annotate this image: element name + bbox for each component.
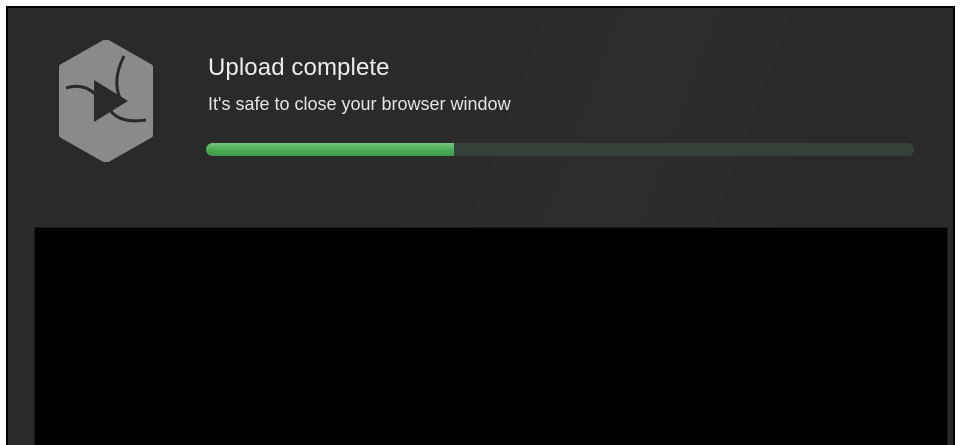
upload-message: It's safe to close your browser window xyxy=(208,94,511,114)
upload-progress-bar xyxy=(206,143,914,156)
upload-progress-fill xyxy=(206,143,454,156)
upload-title: Upload complete xyxy=(208,54,390,81)
upload-status-panel: Upload complete It's safe to close your … xyxy=(6,6,955,445)
panopto-logo-icon xyxy=(59,40,153,162)
video-preview xyxy=(34,227,948,445)
